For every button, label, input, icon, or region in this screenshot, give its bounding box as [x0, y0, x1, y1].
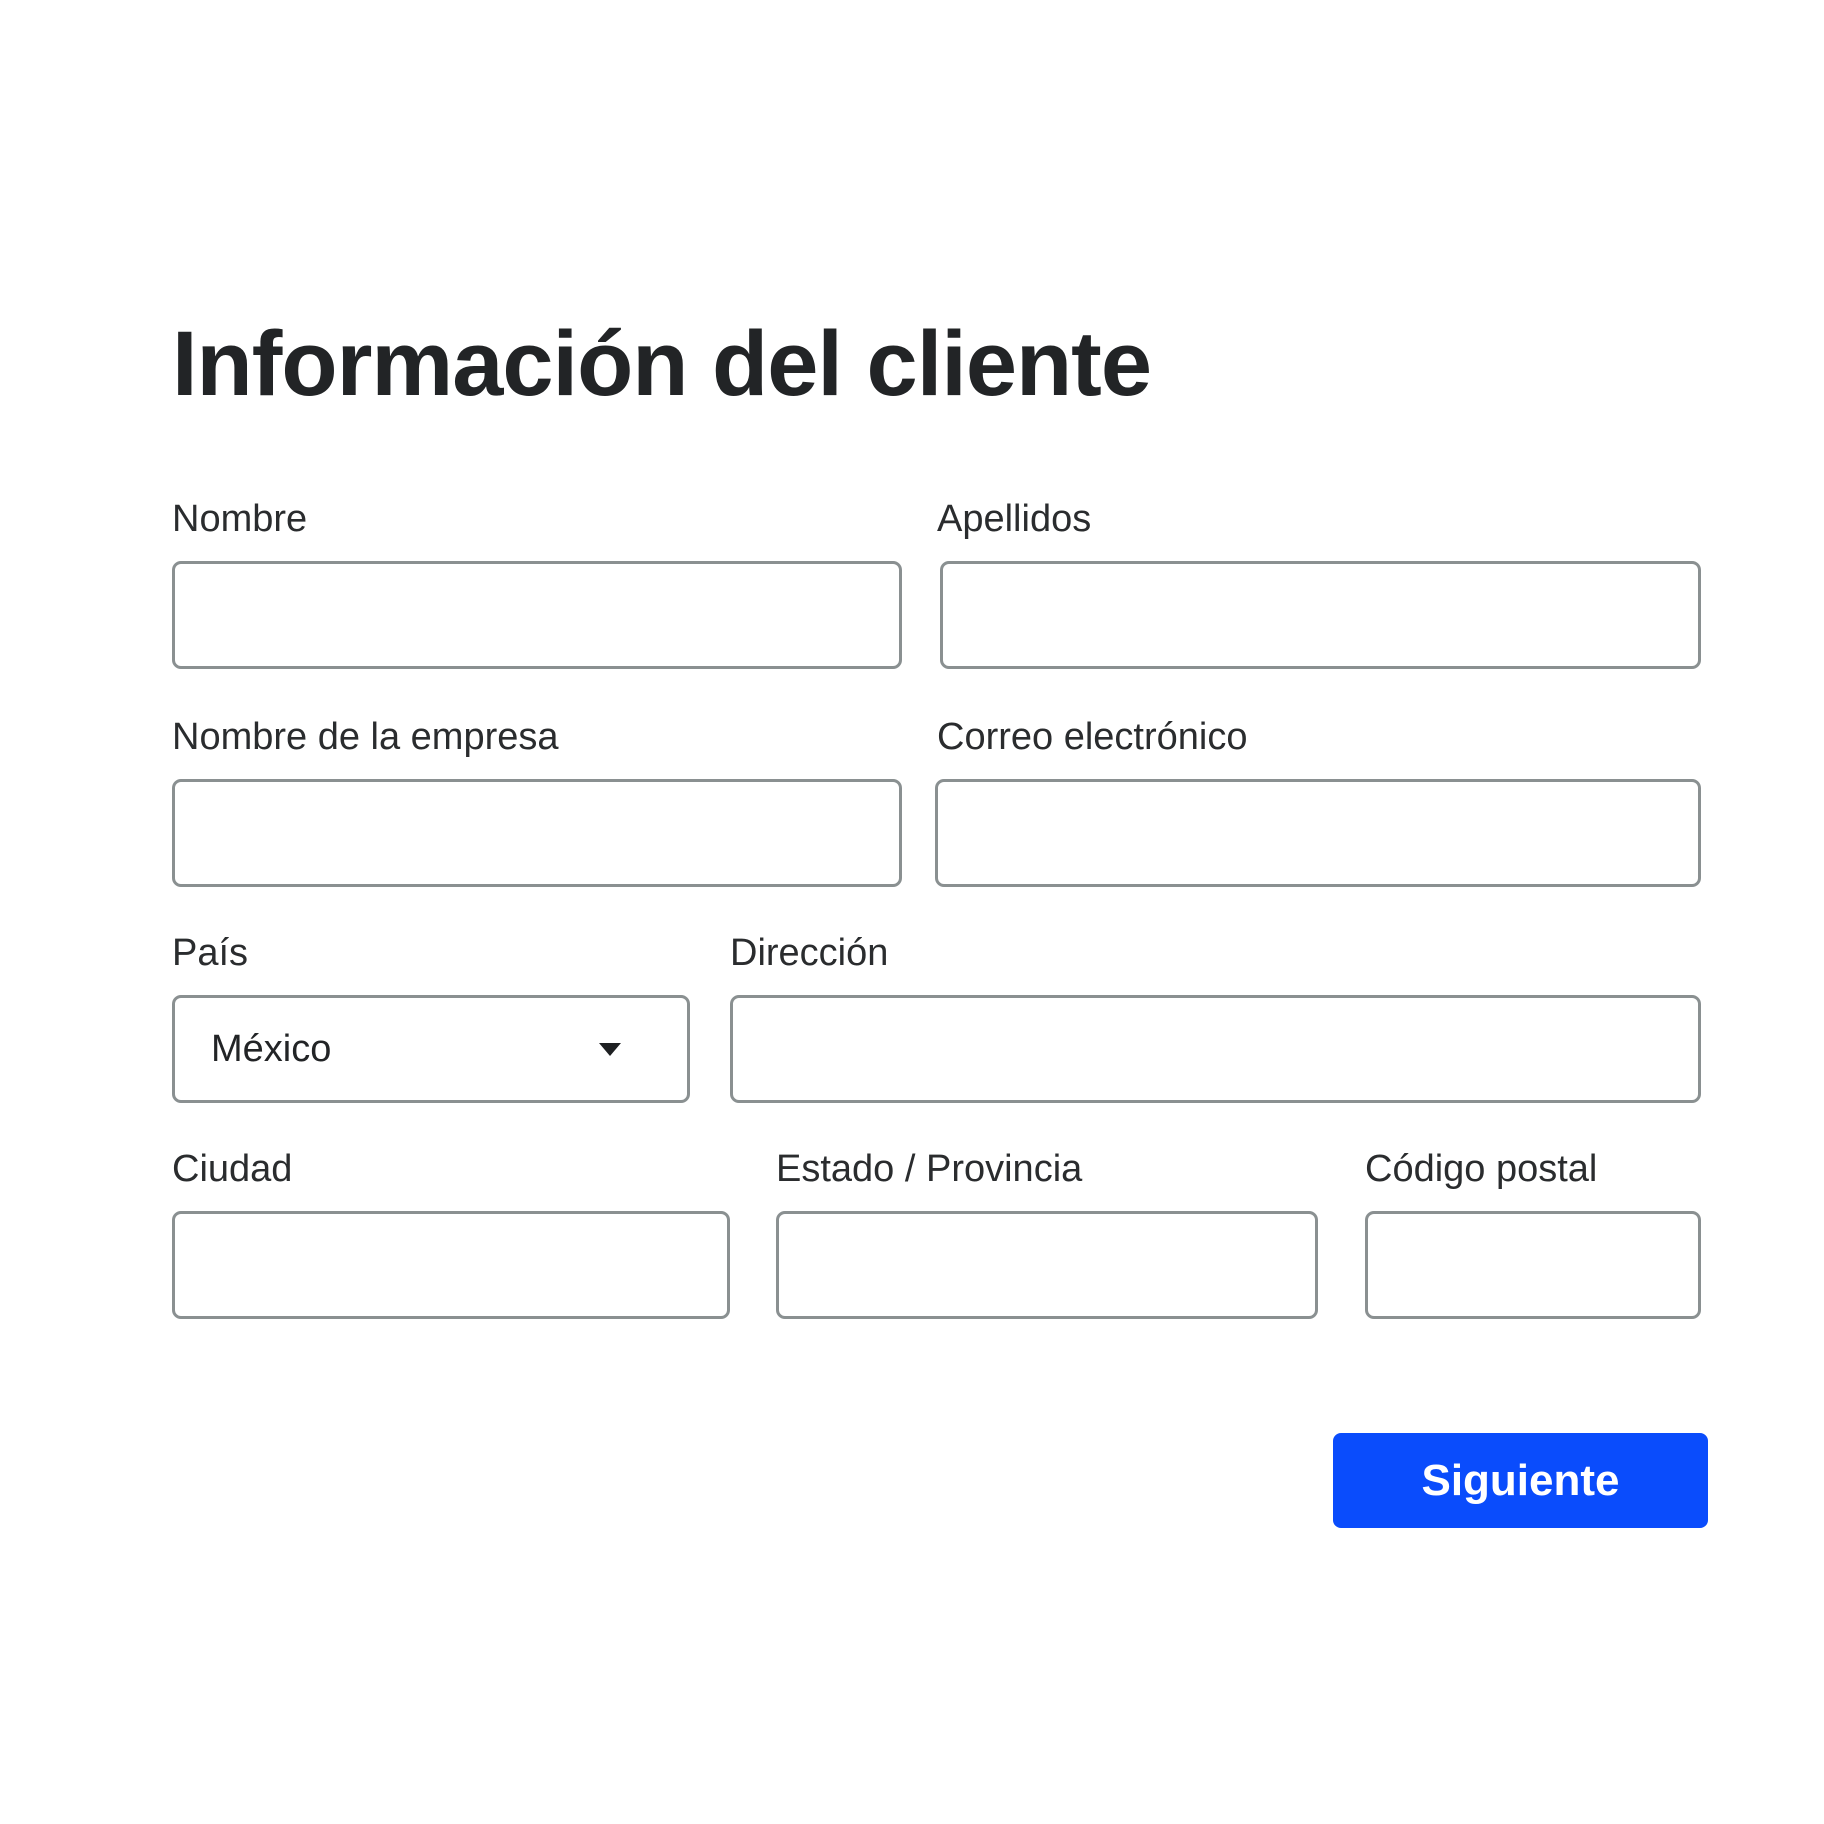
- country-selected-value: México: [211, 1027, 332, 1070]
- company-name-label: Nombre de la empresa: [172, 716, 559, 758]
- postal-code-input[interactable]: [1365, 1211, 1701, 1319]
- company-name-input[interactable]: [172, 779, 902, 887]
- country-select[interactable]: México: [172, 995, 690, 1103]
- first-name-label: Nombre: [172, 498, 308, 540]
- next-button[interactable]: Siguiente: [1333, 1433, 1708, 1528]
- page-title: Información del cliente: [172, 313, 1152, 415]
- state-input[interactable]: [776, 1211, 1318, 1319]
- last-name-input[interactable]: [940, 561, 1701, 669]
- last-name-label: Apellidos: [937, 498, 1092, 540]
- address-input[interactable]: [730, 995, 1701, 1103]
- email-label: Correo electrónico: [937, 716, 1248, 758]
- state-label: Estado / Provincia: [776, 1148, 1083, 1190]
- city-input[interactable]: [172, 1211, 730, 1319]
- postal-code-label: Código postal: [1365, 1148, 1598, 1190]
- address-label: Dirección: [730, 932, 889, 974]
- caret-down-icon[interactable]: [599, 1042, 621, 1056]
- email-input[interactable]: [935, 779, 1701, 887]
- first-name-input[interactable]: [172, 561, 902, 669]
- country-label: País: [172, 932, 249, 974]
- city-label: Ciudad: [172, 1148, 293, 1190]
